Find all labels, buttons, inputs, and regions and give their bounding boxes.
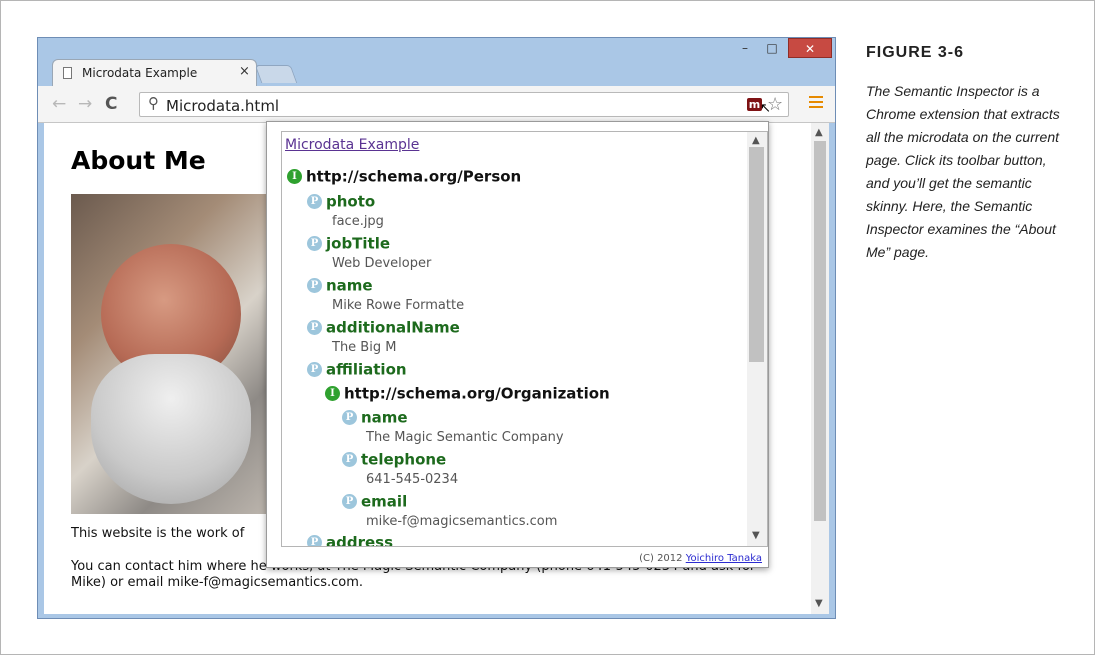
popup-footer: (C) 2012 Yoichiro Tanaka (639, 553, 762, 564)
property-row: PadditionalName (307, 317, 460, 337)
scroll-up-arrow-icon[interactable]: ▲ (752, 135, 760, 146)
tab-title: Microdata Example (82, 66, 198, 80)
item-row-person: Ihttp://schema.org/Person (287, 166, 521, 186)
reload-icon[interactable]: C (105, 94, 117, 114)
popup-scrollbar[interactable]: ▲ ▼ (747, 132, 767, 546)
scroll-thumb[interactable] (814, 141, 826, 521)
back-arrow-icon[interactable]: ← (52, 94, 66, 114)
property-row: Paddress (307, 532, 394, 547)
semantic-inspector-popup: Microdata Example Ihttp://schema.org/Per… (266, 121, 769, 568)
address-bar[interactable]: ⚲ Microdata.html m ↖ ☆ (139, 92, 789, 117)
property-value: 641-545-0234 (366, 472, 459, 487)
profile-photo (71, 194, 271, 514)
frame-left-line (0, 0, 1, 655)
url-text: Microdata.html (166, 97, 280, 115)
browser-toolbar: ← → C ⚲ Microdata.html m ↖ ☆ (38, 86, 835, 123)
property-row: Ptelephone (342, 449, 446, 469)
frame-top-line (0, 0, 1095, 1)
copyright-text: (C) 2012 (639, 553, 683, 564)
property-row: Pemail (342, 491, 407, 511)
item-badge-icon: I (325, 386, 340, 401)
close-window-button[interactable]: ✕ (788, 38, 832, 58)
menu-icon[interactable] (809, 96, 823, 111)
popup-panel: Microdata Example Ihttp://schema.org/Per… (281, 131, 768, 547)
bookmark-star-icon[interactable]: ☆ (767, 94, 783, 115)
scroll-down-arrow-icon[interactable]: ▼ (815, 598, 823, 609)
new-tab-button[interactable] (254, 65, 298, 83)
property-badge-icon: P (307, 236, 322, 251)
property-row: Pname (342, 407, 408, 427)
property-badge-icon: P (342, 452, 357, 467)
property-value: The Big M (332, 340, 397, 355)
property-badge-icon: P (307, 278, 322, 293)
property-name: additionalName (326, 318, 460, 337)
property-row: Pname (307, 275, 373, 295)
browser-tab[interactable]: Microdata Example × (52, 59, 257, 86)
item-type: http://schema.org/Organization (344, 384, 610, 403)
maximize-button[interactable]: □ (761, 38, 783, 58)
property-row: Pphoto (307, 191, 375, 211)
page-scrollbar[interactable]: ▲ ▼ (811, 123, 829, 614)
property-badge-icon: P (307, 320, 322, 335)
property-row: Paffiliation (307, 359, 407, 379)
item-type: http://schema.org/Person (306, 167, 522, 186)
scroll-thumb[interactable] (749, 147, 764, 362)
property-value: face.jpg (332, 214, 384, 229)
figure-caption: The Semantic Inspector is a Chrome exten… (866, 83, 1060, 260)
property-name: telephone (361, 450, 447, 469)
item-row-organization: Ihttp://schema.org/Organization (325, 383, 610, 403)
minimize-button[interactable]: – (734, 38, 756, 58)
author-link[interactable]: Yoichiro Tanaka (686, 553, 762, 564)
property-value: Web Developer (332, 256, 432, 271)
property-name: name (326, 276, 373, 295)
property-row: PjobTitle (307, 233, 390, 253)
property-name: jobTitle (326, 234, 391, 253)
figure-label: FIGURE 3-6 (866, 44, 965, 61)
property-badge-icon: P (307, 535, 322, 546)
property-badge-icon: P (342, 494, 357, 509)
property-name: photo (326, 192, 376, 211)
property-value: The Magic Semantic Company (366, 430, 564, 445)
page-icon (63, 67, 72, 79)
property-name: email (361, 492, 408, 511)
item-badge-icon: I (287, 169, 302, 184)
property-badge-icon: P (307, 362, 322, 377)
photo-beard-shape (91, 354, 251, 504)
tab-close-icon[interactable]: × (239, 64, 250, 79)
page-heading: About Me (71, 146, 206, 175)
property-name: address (326, 533, 394, 547)
property-value: Mike Rowe Formatte (332, 298, 465, 313)
property-value: mike-f@magicsemantics.com (366, 514, 558, 529)
property-name: name (361, 408, 408, 427)
forward-arrow-icon[interactable]: → (78, 94, 92, 114)
scroll-down-arrow-icon[interactable]: ▼ (752, 530, 760, 541)
property-badge-icon: P (307, 194, 322, 209)
property-badge-icon: P (342, 410, 357, 425)
search-icon: ⚲ (148, 94, 159, 112)
scroll-up-arrow-icon[interactable]: ▲ (815, 127, 823, 138)
property-name: affiliation (326, 360, 407, 379)
popup-title-link[interactable]: Microdata Example (285, 137, 419, 153)
